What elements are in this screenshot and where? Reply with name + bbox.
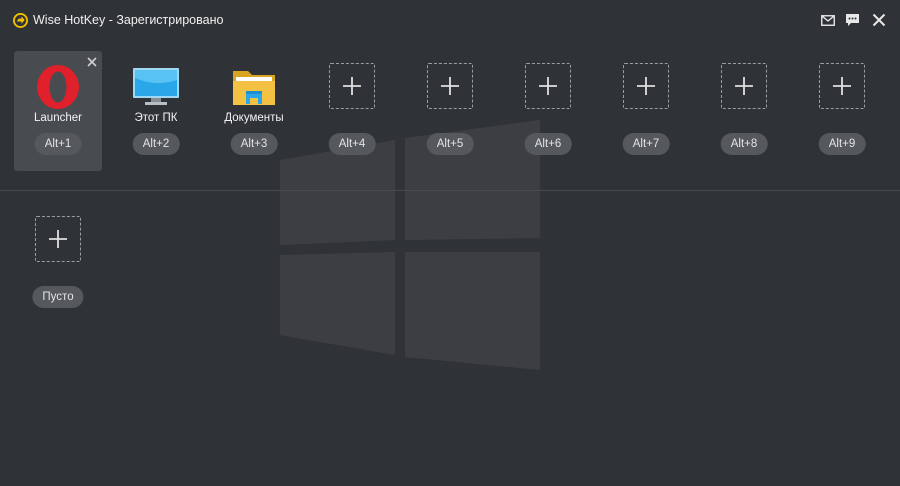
- slot-icon: [132, 63, 180, 111]
- slot-label: Launcher: [34, 112, 82, 124]
- hotkey-badge[interactable]: Alt+3: [230, 133, 278, 155]
- close-icon: [872, 13, 886, 27]
- hotkey-slot-empty[interactable]: Пусто: [14, 204, 102, 324]
- plus-icon: [539, 77, 557, 95]
- slot-icon: [230, 63, 278, 111]
- hotkey-slot-3[interactable]: Документы Alt+3: [210, 51, 298, 171]
- folder-icon: [233, 71, 275, 105]
- add-shortcut-button[interactable]: [623, 63, 669, 109]
- hotkey-badge[interactable]: Alt+6: [524, 133, 572, 155]
- wise-hotkey-logo-icon: [13, 13, 28, 28]
- hotkey-badge[interactable]: Alt+8: [720, 133, 768, 155]
- add-shortcut-button[interactable]: [427, 63, 473, 109]
- hotkey-slot-4[interactable]: Alt+4: [308, 51, 396, 171]
- hotkey-slot-9[interactable]: Alt+9: [798, 51, 886, 171]
- add-shortcut-button[interactable]: [329, 63, 375, 109]
- feedback-button[interactable]: [843, 12, 861, 28]
- plus-icon: [441, 77, 459, 95]
- mail-button[interactable]: [819, 12, 837, 28]
- hotkey-slot-5[interactable]: Alt+5: [406, 51, 494, 171]
- hotkey-slot-2[interactable]: Этот ПК Alt+2: [112, 51, 200, 171]
- remove-icon[interactable]: [86, 56, 98, 68]
- hotkey-badge[interactable]: Alt+5: [426, 133, 474, 155]
- opera-icon: [37, 65, 79, 109]
- hotkey-badge[interactable]: Пусто: [32, 286, 84, 308]
- hotkey-badge[interactable]: Alt+2: [132, 133, 180, 155]
- chat-bubble-icon: [845, 14, 859, 26]
- close-button[interactable]: [870, 12, 888, 28]
- add-shortcut-button[interactable]: [35, 216, 81, 262]
- hotkey-badge[interactable]: Alt+9: [818, 133, 866, 155]
- window-title: Wise HotKey - Зарегистрировано: [33, 13, 224, 27]
- hotkey-badge[interactable]: Alt+7: [622, 133, 670, 155]
- hotkey-badge[interactable]: Alt+1: [34, 133, 82, 155]
- add-shortcut-button[interactable]: [721, 63, 767, 109]
- slot-label: Документы: [224, 112, 284, 124]
- plus-icon: [735, 77, 753, 95]
- monitor-icon: [133, 68, 179, 105]
- hotkey-slot-8[interactable]: Alt+8: [700, 51, 788, 171]
- plus-icon: [637, 77, 655, 95]
- slot-label: Этот ПК: [134, 112, 178, 124]
- add-shortcut-button[interactable]: [819, 63, 865, 109]
- add-shortcut-button[interactable]: [525, 63, 571, 109]
- hotkey-slot-6[interactable]: Alt+6: [504, 51, 592, 171]
- plus-icon: [49, 230, 67, 248]
- hotkey-badge[interactable]: Alt+4: [328, 133, 376, 155]
- title-bar: Wise HotKey - Зарегистрировано: [0, 0, 900, 40]
- slot-icon: [34, 63, 82, 111]
- hotkey-slot-1[interactable]: Launcher Alt+1: [14, 51, 102, 171]
- plus-icon: [343, 77, 361, 95]
- mail-icon: [821, 14, 835, 26]
- row-divider: [0, 190, 900, 191]
- plus-icon: [833, 77, 851, 95]
- hotkey-slot-7[interactable]: Alt+7: [602, 51, 690, 171]
